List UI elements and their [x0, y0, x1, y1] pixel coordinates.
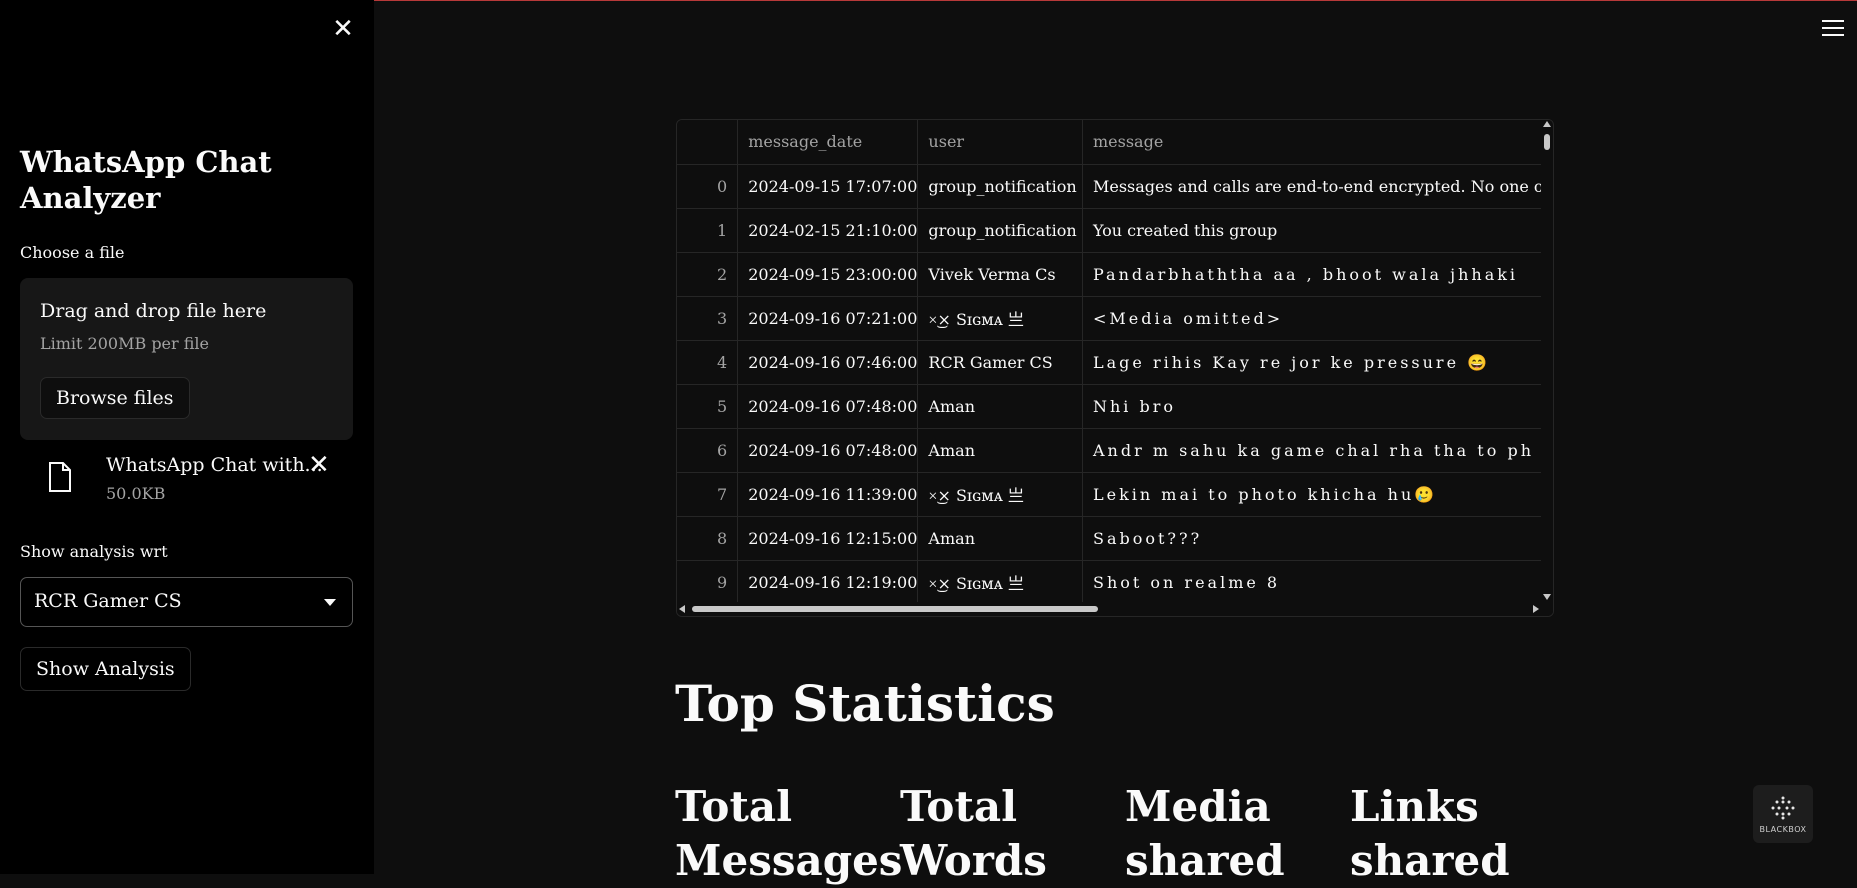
- column-header-message[interactable]: message: [1082, 120, 1553, 165]
- cell-message[interactable]: You created this group: [1082, 208, 1553, 253]
- analysis-wrt-label: Show analysis wrt: [20, 542, 168, 561]
- row-index: 5: [677, 384, 739, 429]
- cell-message[interactable]: <Media omitted>: [1082, 296, 1553, 341]
- cell-user[interactable]: ×͜× Sɪɢᴍᴀ 亗: [917, 472, 1083, 517]
- cell-message-date[interactable]: 2024-09-15 23:00:00: [737, 252, 919, 297]
- file-dropzone[interactable]: Drag and drop file here Limit 200MB per …: [20, 278, 353, 440]
- stat-total-words-heading: Total Words: [900, 782, 1047, 885]
- cell-message[interactable]: Lage rihis Kay re jor ke pressure 😄: [1082, 340, 1553, 385]
- table-row: 7 2024-09-16 11:39:00 ×͜× Sɪɢᴍᴀ 亗 Lekin …: [677, 472, 1553, 517]
- cell-message[interactable]: Messages and calls are end-to-end encryp…: [1082, 164, 1553, 209]
- choose-file-label: Choose a file: [20, 243, 125, 262]
- cell-message-date[interactable]: 2024-09-16 07:48:00: [737, 384, 919, 429]
- column-header-index[interactable]: [677, 120, 739, 165]
- cell-message-date[interactable]: 2024-09-16 12:15:00: [737, 516, 919, 561]
- horizontal-scroll-thumb[interactable]: [692, 606, 1098, 612]
- table-row: 1 2024-02-15 21:10:00 group_notification…: [677, 208, 1553, 253]
- stat-total-messages-heading: Total Messages: [675, 782, 903, 885]
- user-select[interactable]: RCR Gamer CS: [20, 577, 353, 627]
- cell-message-date[interactable]: 2024-09-16 07:48:00: [737, 428, 919, 473]
- vertical-scroll-thumb[interactable]: [1544, 134, 1550, 150]
- cell-user[interactable]: RCR Gamer CS: [917, 340, 1083, 385]
- stat-links-shared-heading: Links shared: [1350, 782, 1510, 885]
- blackbox-badge-text: BLACKBOX: [1759, 825, 1807, 834]
- scroll-right-arrow-icon[interactable]: [1533, 605, 1539, 613]
- cell-user[interactable]: Aman: [917, 428, 1083, 473]
- cell-message-date[interactable]: 2024-09-16 12:19:00: [737, 560, 919, 605]
- cell-message-date[interactable]: 2024-09-16 11:39:00: [737, 472, 919, 517]
- table-row: 2 2024-09-15 23:00:00 Vivek Verma Cs Pan…: [677, 252, 1553, 297]
- cell-message[interactable]: Pandarbhaththa aa , bhoot wala jhhaki: [1082, 252, 1553, 297]
- cell-message[interactable]: Nhi bro: [1082, 384, 1553, 429]
- row-index: 8: [677, 516, 739, 561]
- sidebar: ✕ WhatsApp Chat Analyzer Choose a file D…: [0, 0, 374, 874]
- table-row: 0 2024-09-15 17:07:00 group_notification…: [677, 164, 1553, 209]
- table-row: 4 2024-09-16 07:46:00 RCR Gamer CS Lage …: [677, 340, 1553, 385]
- close-sidebar-icon[interactable]: ✕: [330, 16, 356, 42]
- chevron-down-icon: [324, 599, 336, 606]
- row-index: 6: [677, 428, 739, 473]
- dropzone-title: Drag and drop file here: [40, 300, 267, 322]
- cell-message[interactable]: Shot on realme 8: [1082, 560, 1553, 605]
- row-index: 2: [677, 252, 739, 297]
- uploaded-file-name: WhatsApp Chat with...: [106, 454, 323, 476]
- column-header-user[interactable]: user: [917, 120, 1083, 165]
- table-row: 5 2024-09-16 07:48:00 Aman Nhi bro: [677, 384, 1553, 429]
- cell-message-date[interactable]: 2024-02-15 21:10:00: [737, 208, 919, 253]
- user-select-value: RCR Gamer CS: [34, 590, 182, 612]
- main-menu-icon[interactable]: [1822, 20, 1844, 36]
- cell-user[interactable]: group_notification: [917, 164, 1083, 209]
- browse-files-button[interactable]: Browse files: [40, 377, 190, 419]
- show-analysis-button[interactable]: Show Analysis: [20, 647, 191, 691]
- top-statistics-heading: Top Statistics: [675, 674, 1055, 733]
- row-index: 3: [677, 296, 739, 341]
- cell-user[interactable]: group_notification: [917, 208, 1083, 253]
- dropzone-limit: Limit 200MB per file: [40, 334, 210, 353]
- cell-user[interactable]: ×͜× Sɪɢᴍᴀ 亗: [917, 560, 1083, 605]
- uploaded-file-size: 50.0KB: [106, 484, 166, 503]
- row-index: 1: [677, 208, 739, 253]
- row-index: 0: [677, 164, 739, 209]
- blackbox-badge[interactable]: BLACKBOX: [1753, 785, 1813, 843]
- messages-dataframe[interactable]: message_date user message 0 2024-09-15 1…: [676, 119, 1554, 617]
- column-header-message-date[interactable]: message_date: [737, 120, 919, 165]
- table-row: 3 2024-09-16 07:21:00 ×͜× Sɪɢᴍᴀ 亗 <Media…: [677, 296, 1553, 341]
- scroll-down-arrow-icon[interactable]: [1543, 594, 1551, 600]
- cell-message-date[interactable]: 2024-09-15 17:07:00: [737, 164, 919, 209]
- scroll-left-arrow-icon[interactable]: [679, 605, 685, 613]
- horizontal-scrollbar[interactable]: [677, 602, 1553, 616]
- table-row: 6 2024-09-16 07:48:00 Aman Andr m sahu k…: [677, 428, 1553, 473]
- cell-message-date[interactable]: 2024-09-16 07:21:00: [737, 296, 919, 341]
- cell-user[interactable]: ×͜× Sɪɢᴍᴀ 亗: [917, 296, 1083, 341]
- cell-message[interactable]: Andr m sahu ka game chal rha tha to ph: [1082, 428, 1553, 473]
- file-icon: [49, 462, 71, 492]
- remove-file-icon[interactable]: ✕: [308, 452, 330, 478]
- cell-user[interactable]: Aman: [917, 384, 1083, 429]
- blackbox-logo-icon: [1771, 796, 1795, 820]
- app-title: WhatsApp Chat Analyzer: [20, 145, 272, 215]
- row-index: 7: [677, 472, 739, 517]
- uploaded-file-item: WhatsApp Chat with... 50.0KB ✕: [20, 450, 353, 506]
- table-header-row: message_date user message: [677, 120, 1553, 165]
- cell-user[interactable]: Vivek Verma Cs: [917, 252, 1083, 297]
- cell-message[interactable]: Saboot???: [1082, 516, 1553, 561]
- scroll-up-arrow-icon[interactable]: [1543, 121, 1551, 127]
- cell-message-date[interactable]: 2024-09-16 07:46:00: [737, 340, 919, 385]
- table-row: 9 2024-09-16 12:19:00 ×͜× Sɪɢᴍᴀ 亗 Shot o…: [677, 560, 1553, 605]
- cell-message[interactable]: Lekin mai to photo khicha hu🥲: [1082, 472, 1553, 517]
- cell-user[interactable]: Aman: [917, 516, 1083, 561]
- vertical-scrollbar[interactable]: [1541, 120, 1553, 604]
- stat-media-shared-heading: Media shared: [1125, 782, 1285, 885]
- table-row: 8 2024-09-16 12:15:00 Aman Saboot???: [677, 516, 1553, 561]
- row-index: 4: [677, 340, 739, 385]
- row-index: 9: [677, 560, 739, 605]
